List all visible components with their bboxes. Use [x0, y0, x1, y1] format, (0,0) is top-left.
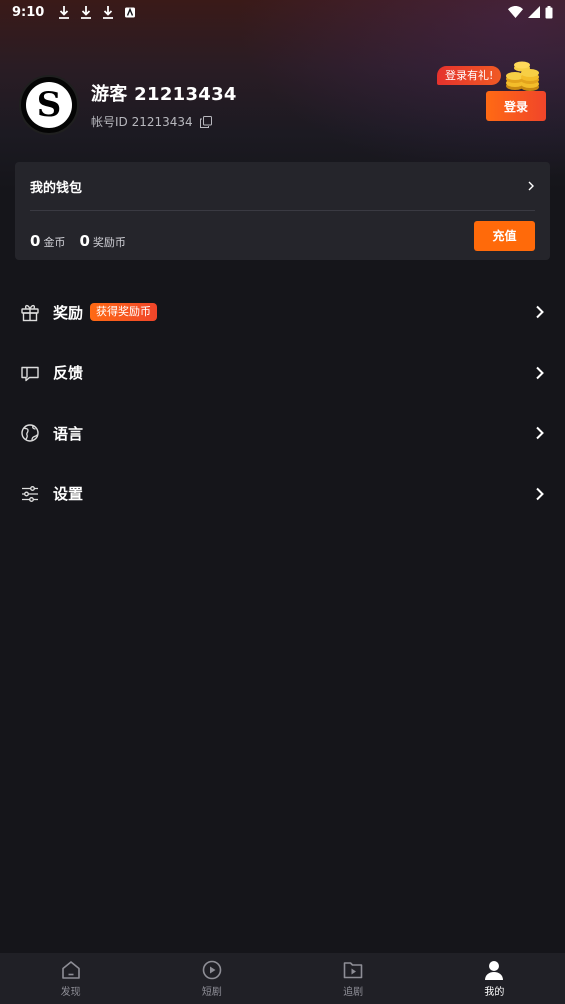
chevron-right-icon: [536, 487, 544, 500]
nav-tab-following[interactable]: 追剧: [283, 953, 424, 1004]
account-id-row: 帐号ID 21213434: [91, 113, 237, 130]
battery-icon: [545, 5, 553, 18]
copy-icon[interactable]: [199, 115, 212, 128]
avatar-logo: S: [26, 82, 72, 128]
menu-label-rewards: 奖励: [53, 303, 84, 322]
status-time: 9:10: [12, 4, 45, 20]
nav-tab-short-drama[interactable]: 短剧: [141, 953, 282, 1004]
feedback-icon: [21, 366, 39, 381]
login-reward-badge: 登录有礼!: [437, 66, 502, 85]
wifi-icon: [508, 6, 523, 18]
nav-label-following: 追剧: [343, 987, 364, 998]
profile-section: S 游客 21213434 帐号ID 21213434: [19, 75, 237, 135]
account-id: 帐号ID 21213434: [91, 115, 193, 129]
gift-icon: [21, 305, 39, 322]
nav-tab-mine[interactable]: 我的: [424, 953, 565, 1004]
nav-label-discover: 发现: [60, 987, 81, 998]
menu-label-settings: 设置: [53, 485, 84, 504]
status-notification-icons: [58, 5, 136, 19]
gold-coins-icon: [506, 61, 539, 91]
nav-tab-discover[interactable]: 发现: [0, 953, 141, 1004]
chevron-right-icon: [528, 181, 534, 191]
coins-balance: 0 金币: [30, 232, 65, 250]
download-icon: [81, 5, 92, 19]
globe-icon: [21, 424, 39, 442]
nav-label-mine: 我的: [484, 987, 505, 998]
login-button[interactable]: 登录: [486, 91, 546, 121]
wallet-title: 我的钱包: [30, 180, 83, 196]
bottom-nav: 发现 短剧 追剧 我的: [0, 953, 565, 1004]
status-system-icons: [508, 5, 553, 19]
wallet-balances: 0 金币 0 奖励币 充值: [15, 211, 550, 260]
coins-value: 0: [30, 231, 41, 250]
app-notification-icon: [125, 7, 136, 17]
home-icon: [61, 961, 80, 979]
menu-item-rewards[interactable]: 奖励 获得奖励币: [0, 282, 565, 343]
signal-icon: [528, 6, 540, 18]
menu-label-feedback: 反馈: [53, 364, 84, 383]
wallet-card: 我的钱包 0 金币 0 奖励币 充值: [15, 162, 550, 260]
folder-play-icon: [343, 962, 363, 979]
avatar[interactable]: S: [19, 75, 79, 135]
menu-item-language[interactable]: 语言: [0, 403, 565, 464]
menu-item-feedback[interactable]: 反馈: [0, 343, 565, 404]
chevron-right-icon: [536, 306, 544, 319]
profile-info: 游客 21213434 帐号ID 21213434: [91, 80, 237, 130]
nav-label-short-drama: 短剧: [201, 987, 222, 998]
person-icon: [485, 961, 504, 980]
settings-menu: 奖励 获得奖励币 反馈 语言 设置: [0, 282, 565, 524]
download-icon: [59, 5, 70, 19]
menu-item-settings[interactable]: 设置: [0, 464, 565, 525]
reward-value: 0: [79, 231, 90, 250]
reward-balance: 0 奖励币: [79, 232, 125, 250]
play-circle-icon: [202, 960, 222, 980]
chevron-right-icon: [536, 366, 544, 379]
reward-label: 奖励币: [92, 235, 126, 249]
chevron-right-icon: [536, 427, 544, 440]
download-icon: [103, 5, 114, 19]
username: 游客 21213434: [91, 84, 237, 105]
menu-label-language: 语言: [53, 424, 84, 443]
status-bar: 9:10: [0, 0, 565, 24]
recharge-button[interactable]: 充值: [474, 220, 535, 251]
wallet-header[interactable]: 我的钱包: [15, 162, 550, 210]
coins-label: 金币: [43, 235, 66, 249]
rewards-badge: 获得奖励币: [90, 303, 158, 322]
settings-sliders-icon: [22, 485, 38, 502]
